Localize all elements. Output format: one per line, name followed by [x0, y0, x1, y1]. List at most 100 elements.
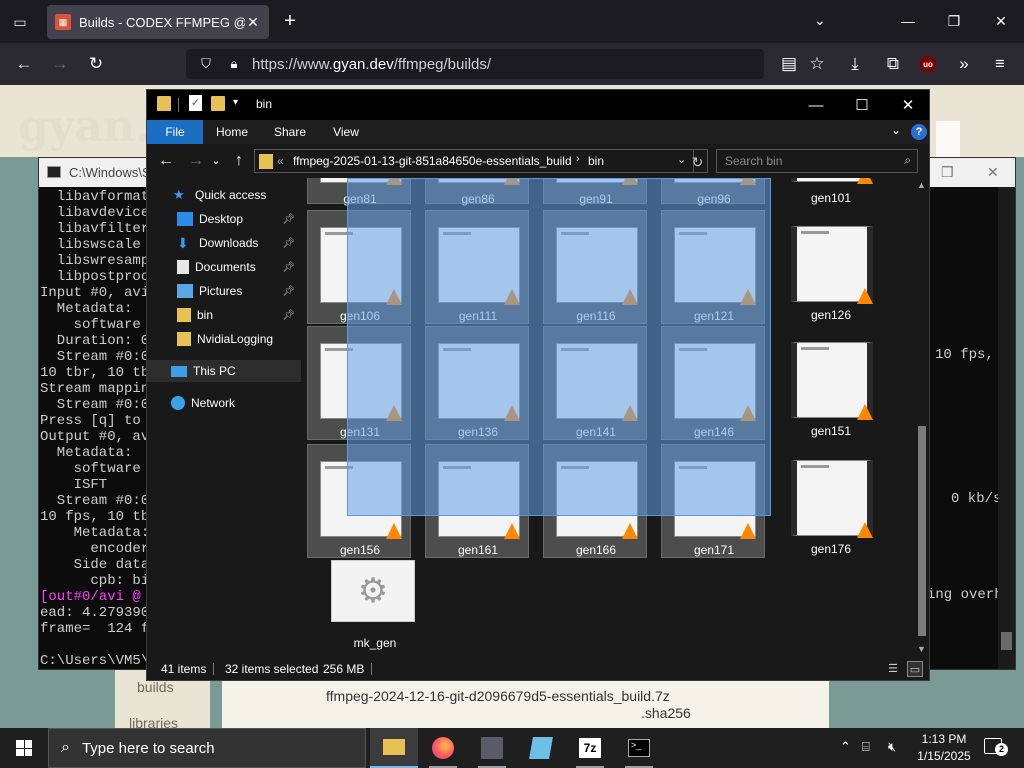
taskbar-search[interactable]: ⌕ Type here to search	[48, 728, 366, 768]
chevron-right-icon[interactable]: ›	[576, 153, 580, 165]
file-tile-mk-gen[interactable]: ⚙ mk_gen	[315, 560, 419, 650]
tab-share[interactable]: Share	[265, 120, 315, 144]
overflow-menu-icon[interactable]: »	[950, 51, 978, 77]
nav-item-nvidialogging[interactable]: NvidiaLogging	[147, 328, 301, 350]
back-arrow-icon[interactable]: ←	[10, 51, 38, 77]
tab-home[interactable]: Home	[207, 120, 257, 144]
reader-view-icon[interactable]: ▤	[775, 51, 803, 77]
file-tile-gen101[interactable]: gen101	[779, 178, 883, 205]
file-link[interactable]: ffmpeg-2024-12-16-git-d2096679d5-essenti…	[326, 688, 670, 704]
new-folder-icon[interactable]	[211, 96, 225, 111]
pin-icon[interactable]: 📌︎	[282, 238, 295, 249]
cmd-output-fragment: ing overh	[927, 587, 1003, 603]
nav-item-network[interactable]: Network	[147, 392, 301, 414]
lock-icon[interactable]: 🔒︎	[224, 56, 244, 72]
taskbar-7zip[interactable]: 7z	[566, 728, 614, 768]
nav-item-this-pc[interactable]: This PC	[147, 360, 301, 382]
nav-label: Downloads	[199, 236, 259, 250]
close-icon[interactable]: ✕	[978, 6, 1024, 36]
volume-muted-icon[interactable]: 🔇︎	[888, 739, 896, 755]
chevron-up-icon[interactable]: ⌃	[840, 739, 851, 755]
chevron-down-icon[interactable]: ⌄	[677, 153, 686, 166]
nav-item-quick-access[interactable]: ★ Quick access	[147, 184, 301, 206]
hamburger-menu-icon[interactable]: ≡	[986, 51, 1014, 77]
forward-arrow-icon[interactable]: →	[185, 151, 207, 171]
restore-icon[interactable]: ❐	[931, 6, 977, 36]
taskbar-app[interactable]	[468, 728, 516, 768]
nav-item-desktop[interactable]: Desktop 📌︎	[147, 208, 301, 230]
sidebar-item-builds[interactable]: builds	[137, 679, 174, 695]
expand-ribbon-icon[interactable]: ⌄	[891, 123, 901, 137]
downloads-icon[interactable]: ⤓	[841, 51, 869, 77]
pin-icon[interactable]: 📌︎	[282, 262, 295, 273]
taskbar-firefox[interactable]	[419, 728, 467, 768]
help-icon[interactable]: ?	[911, 124, 927, 140]
breadcrumb-folder[interactable]: ffmpeg-2025-01-13-git-851a84650e-essenti…	[293, 154, 572, 168]
ublock-icon[interactable]: uo	[914, 51, 942, 77]
network-icon[interactable]: ⌸	[862, 739, 870, 755]
file-tile-gen126[interactable]: gen126	[779, 210, 883, 324]
close-icon[interactable]: ✕	[885, 90, 931, 120]
pictures-icon	[177, 284, 193, 298]
taskbar-cmd[interactable]: >_	[615, 728, 663, 768]
refresh-icon[interactable]: ↻	[688, 149, 708, 173]
pin-icon[interactable]: 📌︎	[282, 310, 295, 321]
reload-icon[interactable]: ↻	[82, 51, 110, 77]
url-path: /ffmpeg/builds/	[393, 55, 492, 73]
url-prefix: https://www.	[252, 55, 333, 73]
file-label: gen101	[810, 191, 852, 205]
content-scrollbar[interactable]: ▲ ▼	[915, 178, 929, 656]
forward-arrow-icon[interactable]: →	[46, 51, 74, 77]
large-icons-view-icon[interactable]: ▭	[907, 661, 923, 677]
tab-list-icon[interactable]: ▭	[6, 11, 34, 33]
bookmark-star-icon[interactable]: ☆	[803, 51, 831, 77]
taskbar-file-explorer[interactable]	[370, 728, 418, 768]
search-icon[interactable]: ⌕	[904, 153, 911, 168]
7zip-icon: 7z	[579, 738, 601, 758]
address-bar[interactable]: « ffmpeg-2025-01-13-git-851a84650e-essen…	[254, 149, 694, 173]
extensions-icon[interactable]: ⧉	[879, 51, 907, 77]
nav-item-downloads[interactable]: ⬇ Downloads 📌︎	[147, 232, 301, 254]
scroll-down-icon[interactable]: ▼	[917, 644, 926, 654]
scrollbar-thumb[interactable]	[918, 426, 926, 636]
tab-view[interactable]: View	[321, 120, 371, 144]
properties-icon[interactable]: ✓	[189, 95, 202, 111]
start-button[interactable]	[0, 728, 48, 768]
new-tab-icon[interactable]: +	[278, 10, 302, 34]
clock[interactable]: 1:13 PM 1/15/2025	[914, 731, 974, 765]
tab-close-icon[interactable]: ✕	[245, 14, 261, 31]
explorer-title-bar[interactable]: ✓ ▾ bin — ☐ ✕	[147, 90, 929, 120]
recent-locations-icon[interactable]: ⌄	[205, 151, 227, 171]
restore-icon[interactable]: ❐	[941, 164, 954, 181]
tab-file[interactable]: File	[147, 120, 203, 144]
explorer-title: bin	[256, 97, 273, 111]
shield-icon[interactable]: ⛉	[196, 56, 216, 72]
pin-icon[interactable]: 📌︎	[282, 214, 295, 225]
search-input[interactable]: Search bin ⌕	[716, 149, 918, 173]
chevron-down-icon[interactable]: ⌄	[814, 12, 826, 29]
minimize-icon[interactable]: —	[885, 6, 931, 36]
back-arrow-icon[interactable]: ←	[155, 151, 177, 171]
file-ext-link[interactable]: .sha256	[641, 705, 691, 721]
file-tile-gen151[interactable]: gen151	[779, 326, 883, 440]
breadcrumb-overflow[interactable]: «	[277, 154, 284, 168]
minimize-icon[interactable]: —	[793, 90, 839, 120]
maximize-icon[interactable]: ☐	[839, 90, 885, 120]
details-view-icon[interactable]: ☰	[885, 661, 901, 677]
nav-item-bin[interactable]: bin 📌︎	[147, 304, 301, 326]
close-icon[interactable]: ✕	[987, 164, 999, 181]
folder-icon	[177, 332, 191, 346]
file-tile-gen176[interactable]: gen176	[779, 444, 883, 558]
pin-icon[interactable]: 📌︎	[282, 286, 295, 297]
customize-toolbar-icon[interactable]: ▾	[233, 97, 238, 108]
up-arrow-icon[interactable]: ↑	[228, 151, 250, 171]
breadcrumb-current[interactable]: bin	[588, 154, 604, 168]
url-bar[interactable]: ⛉ 🔒︎ https://www.gyan.dev/ffmpeg/builds/	[186, 49, 764, 79]
cmd-scrollbar-thumb[interactable]	[1001, 632, 1012, 650]
nav-item-documents[interactable]: Documents 📌︎	[147, 256, 301, 278]
browser-tab-active[interactable]: ▦ Builds - CODEX FFMPEG @ gyan.dev ✕	[47, 5, 269, 39]
scroll-up-icon[interactable]: ▲	[917, 180, 926, 190]
taskbar-notepad[interactable]	[517, 728, 565, 768]
nav-item-pictures[interactable]: Pictures 📌︎	[147, 280, 301, 302]
cmd-scrollbar[interactable]	[998, 187, 1015, 669]
